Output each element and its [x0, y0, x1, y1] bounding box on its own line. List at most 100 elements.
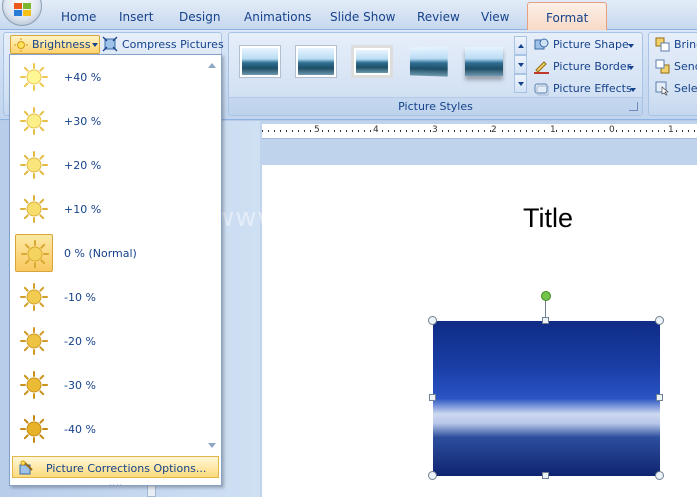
ruler-tick [442, 130, 443, 132]
brightness-label: Brightness [32, 38, 91, 51]
tab-slide-show[interactable]: Slide Show [330, 10, 395, 24]
gallery-down-icon[interactable] [514, 55, 527, 74]
brightness-preview [15, 58, 53, 96]
brightness-option[interactable]: -40 % [14, 409, 204, 451]
compress-pictures-label: Compress Pictures [122, 38, 224, 51]
resize-handle[interactable] [655, 316, 664, 325]
ruler-tick [688, 130, 689, 132]
slide-title[interactable]: Title [523, 203, 573, 234]
resize-handle[interactable] [542, 317, 549, 324]
gallery-scroll[interactable] [514, 36, 527, 94]
ruler-tick [358, 130, 359, 132]
resize-handle[interactable] [428, 316, 437, 325]
brightness-option[interactable]: +10 % [14, 189, 204, 231]
ruler-number: 3 [432, 125, 438, 135]
picture-style-thumbnail[interactable] [351, 45, 393, 78]
ruler-tick [622, 130, 623, 132]
picture-corrections-label: Picture Corrections Options... [46, 462, 207, 475]
brightness-option[interactable]: +20 % [14, 145, 204, 187]
ruler-tick [520, 130, 521, 132]
chevron-down-icon [630, 88, 636, 92]
ruler-tick [574, 130, 575, 132]
picture-style-thumbnail[interactable] [407, 45, 449, 78]
brightness-option[interactable]: -20 % [14, 321, 204, 363]
gallery-up-icon[interactable] [514, 36, 527, 55]
picture-shape-label: Picture Shape [553, 38, 629, 51]
brightness-preview [15, 322, 53, 360]
send-label: Send [674, 60, 697, 73]
tab-insert[interactable]: Insert [119, 10, 153, 24]
dialog-launcher-icon[interactable] [629, 102, 638, 111]
office-button[interactable] [2, 0, 42, 26]
ruler-number: 2 [491, 125, 497, 135]
brightness-button[interactable]: Brightness [10, 35, 100, 54]
brightness-option[interactable]: 0 % (Normal) [14, 233, 204, 275]
chevron-down-icon [92, 43, 98, 47]
tab-animations[interactable]: Animations [244, 10, 311, 24]
ruler-tick [292, 130, 293, 132]
picture-style-thumbnail[interactable] [295, 45, 337, 78]
bring-label: Bring [674, 38, 697, 51]
ruler-tick [466, 130, 467, 132]
ruler-tick [274, 130, 275, 132]
picture-corrections-options-button[interactable]: Picture Corrections Options... [12, 456, 219, 478]
ruler-number: 4 [373, 125, 379, 135]
brightness-option-label: 0 % (Normal) [64, 247, 137, 260]
sun-icon [20, 415, 48, 443]
ruler-tick [400, 130, 401, 132]
ruler-tick [568, 130, 569, 132]
ruler-tick [388, 130, 389, 132]
selected-picture[interactable] [433, 321, 660, 476]
ruler-tick [472, 130, 473, 132]
ruler-tick [424, 130, 425, 132]
tab-home[interactable]: Home [61, 10, 96, 24]
picture-border-icon [534, 61, 549, 74]
ruler-tick [634, 130, 635, 132]
brightness-preview [15, 278, 53, 316]
gallery-more-icon[interactable] [514, 74, 527, 93]
send-to-back-icon [655, 59, 670, 74]
sun-icon [20, 63, 48, 91]
picture-border-label: Picture Border [553, 60, 632, 73]
ruler-tick [598, 130, 599, 132]
ruler-tick [532, 130, 533, 132]
ruler-tick [580, 130, 581, 132]
ruler-tick [508, 130, 509, 132]
tab-design[interactable]: Design [179, 10, 220, 24]
brightness-option[interactable]: -10 % [14, 277, 204, 319]
tab-review[interactable]: Review [417, 10, 460, 24]
resize-handle[interactable] [429, 394, 436, 401]
sun-icon [20, 195, 48, 223]
ruler-tick [268, 130, 269, 132]
resize-handle[interactable] [542, 472, 549, 479]
scroll-up-icon[interactable] [208, 63, 216, 68]
brightness-option-label: +20 % [64, 159, 102, 172]
brightness-option[interactable]: +30 % [14, 101, 204, 143]
ruler-tick [556, 130, 557, 132]
resize-handle[interactable] [656, 394, 663, 401]
tab-view[interactable]: View [481, 10, 509, 24]
ruler-tick [430, 130, 431, 132]
brightness-option-label: -30 % [64, 379, 96, 392]
brightness-preview [15, 190, 53, 228]
rotation-handle[interactable] [541, 291, 551, 301]
ruler-tick [340, 130, 341, 132]
scroll-down-icon[interactable] [208, 443, 216, 448]
brightness-preview [15, 102, 53, 140]
ruler-tick [604, 130, 605, 132]
ruler-tick [460, 130, 461, 132]
ruler-number: 5 [314, 125, 320, 135]
ruler-tick [652, 130, 653, 132]
brightness-option[interactable]: +40 % [14, 57, 204, 99]
ruler-tick [286, 130, 287, 132]
ruler-tick [592, 130, 593, 132]
picture-style-thumbnail[interactable] [463, 45, 505, 78]
picture-style-thumbnail[interactable] [239, 45, 281, 78]
resize-handle[interactable] [655, 471, 664, 480]
tab-format[interactable]: Format [527, 2, 608, 30]
resize-grip-icon[interactable]: ···· [109, 481, 123, 490]
picture-corrections-icon [19, 460, 33, 475]
dropdown-scrollbar[interactable] [206, 57, 219, 453]
brightness-option[interactable]: -30 % [14, 365, 204, 407]
resize-handle[interactable] [428, 471, 437, 480]
